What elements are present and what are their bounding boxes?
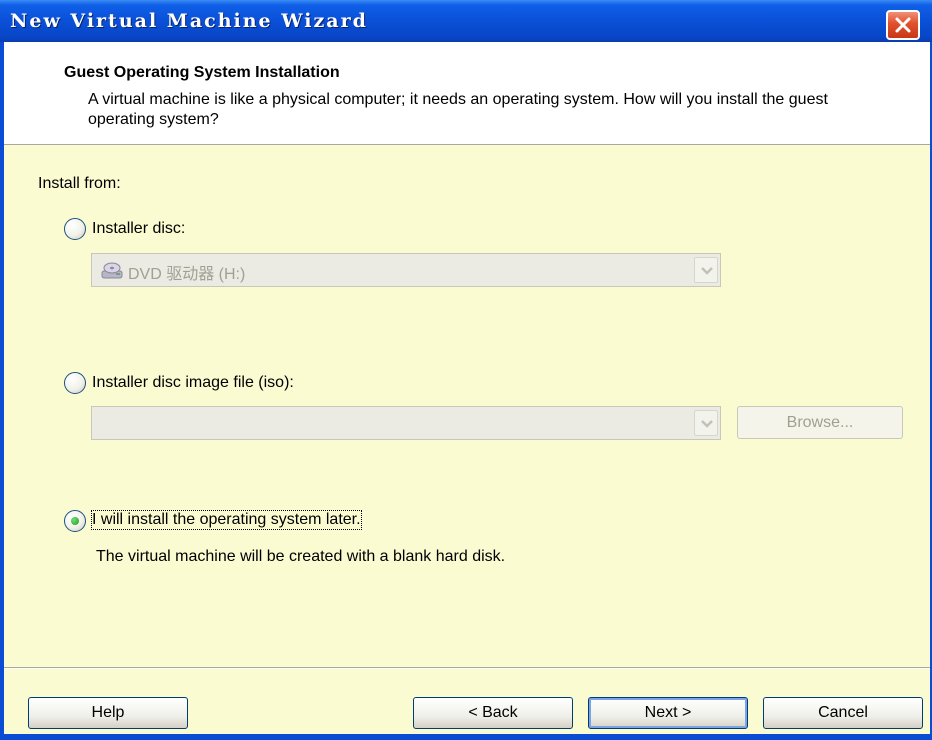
- help-button[interactable]: Help: [28, 697, 188, 729]
- page-description: A virtual machine is like a physical com…: [88, 91, 828, 128]
- browse-button[interactable]: Browse...: [737, 406, 903, 439]
- close-icon: [895, 17, 911, 33]
- chevron-down-icon: [701, 267, 713, 275]
- title-bar[interactable]: New Virtual Machine Wizard: [0, 0, 932, 42]
- wizard-window: New Virtual Machine Wizard Guest Operati…: [0, 0, 932, 740]
- radio-selected-dot: [71, 517, 79, 525]
- installer-disc-dropdown-button[interactable]: [694, 257, 718, 283]
- back-button[interactable]: < Back: [413, 697, 573, 729]
- install-later-label[interactable]: I will install the operating system late…: [91, 510, 362, 530]
- installer-disc-value: DVD 驱动器 (H:): [128, 266, 246, 283]
- iso-path-dropdown-button[interactable]: [694, 410, 718, 436]
- installer-disc-radio[interactable]: [64, 218, 86, 240]
- cancel-button[interactable]: Cancel: [763, 697, 923, 729]
- chevron-down-icon: [701, 420, 713, 428]
- installer-disc-dropdown[interactable]: DVD 驱动器 (H:): [91, 253, 721, 287]
- next-button[interactable]: Next >: [588, 697, 748, 729]
- install-later-radio[interactable]: [64, 510, 86, 532]
- wizard-body: Guest Operating System Installation A vi…: [4, 42, 930, 734]
- dvd-drive-icon: [101, 262, 123, 279]
- install-from-label: Install from:: [38, 175, 121, 192]
- installer-iso-radio[interactable]: [64, 372, 86, 394]
- window-title: New Virtual Machine Wizard: [10, 10, 368, 32]
- page-title: Guest Operating System Installation: [64, 64, 340, 81]
- installer-iso-label[interactable]: Installer disc image file (iso):: [92, 374, 294, 392]
- footer-divider: [4, 667, 930, 669]
- install-later-note: The virtual machine will be created with…: [96, 548, 506, 565]
- close-button[interactable]: [886, 10, 920, 40]
- installer-disc-label[interactable]: Installer disc:: [92, 220, 185, 238]
- wizard-header: Guest Operating System Installation A vi…: [4, 42, 930, 145]
- iso-path-combobox[interactable]: [91, 406, 721, 440]
